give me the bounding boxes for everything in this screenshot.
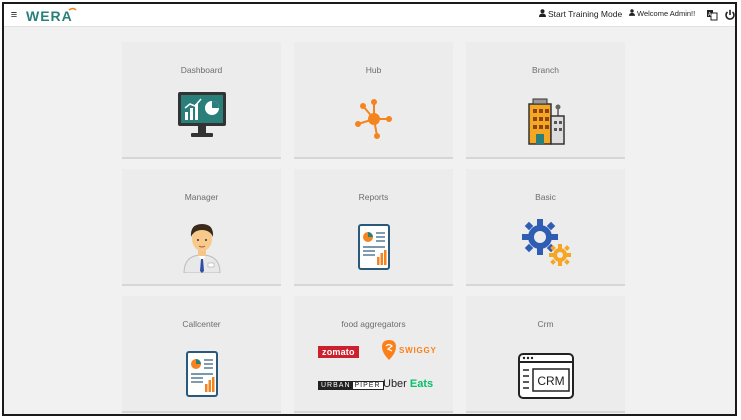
card-title: Callcenter <box>182 319 221 329</box>
welcome-label: Welcome Admin!! <box>637 9 696 18</box>
user-icon <box>539 9 546 19</box>
card-title: food aggregators <box>341 319 406 329</box>
wera-logo[interactable]: WERA <box>26 7 78 25</box>
card-title: Dashboard <box>180 65 223 75</box>
training-label: Start Training Mode <box>548 9 623 19</box>
user-icon <box>629 9 635 18</box>
swiggy-text: SWIGGY <box>399 345 437 355</box>
swiggy-pin-icon <box>382 340 396 360</box>
power-icon[interactable] <box>724 9 736 21</box>
card-crm[interactable]: Crm CRM <box>466 296 625 413</box>
card-dashboard[interactable]: Dashboard <box>122 42 281 159</box>
card-reports[interactable]: Reports <box>294 169 453 286</box>
svg-text:WERA: WERA <box>26 8 73 24</box>
report-document-icon <box>357 224 390 270</box>
card-title: Hub <box>365 65 382 75</box>
eats-text: Eats <box>409 378 434 390</box>
card-callcenter[interactable]: Callcenter <box>122 296 281 413</box>
card-title: Crm <box>537 319 554 329</box>
card-hub[interactable]: Hub <box>294 42 453 159</box>
ubereats-logo: Uber Eats <box>383 378 433 390</box>
app-frame: ≡ WERA Start Training Mode Welcome Admin… <box>2 2 737 416</box>
translate-icon[interactable]: A <box>706 9 718 21</box>
hamburger-icon[interactable]: ≡ <box>8 8 20 22</box>
building-icon <box>527 98 565 145</box>
welcome-user[interactable]: Welcome Admin!! <box>629 9 695 18</box>
hub-network-icon <box>354 99 392 139</box>
swiggy-logo: SWIGGY <box>382 340 437 360</box>
manager-avatar-icon <box>182 224 221 273</box>
urban-text: URBAN <box>319 382 353 389</box>
card-branch[interactable]: Branch <box>466 42 625 159</box>
crm-window-icon: CRM <box>517 353 574 399</box>
monitor-chart-icon <box>177 92 226 137</box>
gears-icon <box>521 219 571 266</box>
card-manager[interactable]: Manager <box>122 169 281 286</box>
crm-text: CRM <box>537 374 564 388</box>
urbanpiper-logo: URBAN PIPER <box>318 381 384 390</box>
module-grid: Dashboard Hub Branch Manager Reports Bas… <box>122 42 627 414</box>
card-food-aggregators[interactable]: food aggregators zomato SWIGGY URBAN PIP… <box>294 296 453 413</box>
zomato-logo: zomato <box>318 346 359 358</box>
card-title: Manager <box>184 192 219 202</box>
card-title: Branch <box>532 65 559 75</box>
card-basic[interactable]: Basic <box>466 169 625 286</box>
start-training-button[interactable]: Start Training Mode <box>539 9 622 19</box>
card-title: Basic <box>535 192 556 202</box>
report-document-icon <box>185 351 218 397</box>
card-title: Reports <box>358 192 389 202</box>
aggregator-logos: zomato SWIGGY URBAN PIPER Uber Eats <box>294 340 453 400</box>
uber-text: Uber <box>383 378 407 390</box>
top-bar: ≡ WERA Start Training Mode Welcome Admin… <box>4 4 735 27</box>
piper-text: PIPER <box>352 382 383 389</box>
